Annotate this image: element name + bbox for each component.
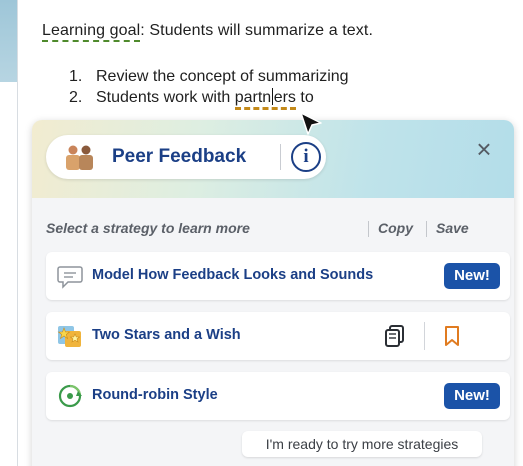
divider bbox=[426, 221, 427, 237]
info-button[interactable]: i bbox=[291, 142, 321, 172]
more-strategies-button[interactable]: I'm ready to try more strategies bbox=[242, 431, 482, 457]
speech-bubble-icon bbox=[57, 266, 83, 289]
highlighted-word-part: partn bbox=[234, 89, 272, 106]
section-heading-row: Select a strategy to learn more Copy Sav… bbox=[46, 220, 500, 240]
divider bbox=[368, 221, 369, 237]
copy-icon[interactable] bbox=[382, 322, 410, 350]
save-column-label: Save bbox=[436, 220, 469, 236]
strategy-label: Model How Feedback Looks and Sounds bbox=[92, 267, 374, 283]
step-number: 1. bbox=[69, 68, 83, 85]
strategy-card-two-stars[interactable]: Two Stars and a Wish bbox=[46, 312, 510, 360]
panel-title: Peer Feedback bbox=[112, 146, 247, 167]
learning-goal-text[interactable]: Learning goal: Students will summarize a… bbox=[42, 22, 373, 42]
strategy-label: Two Stars and a Wish bbox=[92, 327, 241, 343]
mouse-cursor-icon bbox=[300, 112, 322, 135]
bookmark-icon[interactable] bbox=[438, 322, 466, 350]
section-heading: Select a strategy to learn more bbox=[46, 220, 250, 236]
step-list: 1. Review the concept of summarizing 2. St… bbox=[69, 66, 349, 110]
learning-goal-body: : Students will summarize a text. bbox=[140, 22, 373, 39]
round-robin-icon bbox=[58, 384, 82, 408]
step-text-tail: to bbox=[295, 89, 314, 106]
divider bbox=[280, 144, 281, 170]
strategy-label: Round-robin Style bbox=[92, 387, 218, 403]
step-text: Review the concept of summarizing bbox=[96, 68, 349, 85]
peer-students-icon bbox=[66, 145, 93, 170]
panel-header: Peer Feedback i × bbox=[32, 120, 514, 198]
divider bbox=[424, 322, 425, 350]
new-badge: New! bbox=[444, 383, 500, 409]
highlighted-word-part: ers bbox=[273, 89, 296, 106]
copy-column-label: Copy bbox=[378, 220, 413, 236]
list-item: 1. Review the concept of summarizing bbox=[69, 66, 349, 87]
highlighted-word-partners[interactable]: partn ers bbox=[234, 88, 296, 110]
panel-title-pill: Peer Feedback i bbox=[46, 135, 326, 179]
strategy-card-model-feedback[interactable]: Model How Feedback Looks and Sounds New! bbox=[46, 252, 510, 300]
new-badge: New! bbox=[444, 263, 500, 289]
strategy-card-round-robin[interactable]: Round-robin Style New! bbox=[46, 372, 510, 420]
stars-wish-icon bbox=[57, 326, 81, 347]
close-button[interactable]: × bbox=[472, 136, 496, 162]
step-number: 2. bbox=[69, 89, 83, 106]
peer-feedback-panel: Peer Feedback i × Select a strategy to l… bbox=[32, 120, 514, 466]
learning-goal-label[interactable]: Learning goal bbox=[42, 22, 141, 42]
list-item: 2. Students work with partn ers to bbox=[69, 87, 349, 110]
step-text: Students work with bbox=[96, 89, 235, 106]
